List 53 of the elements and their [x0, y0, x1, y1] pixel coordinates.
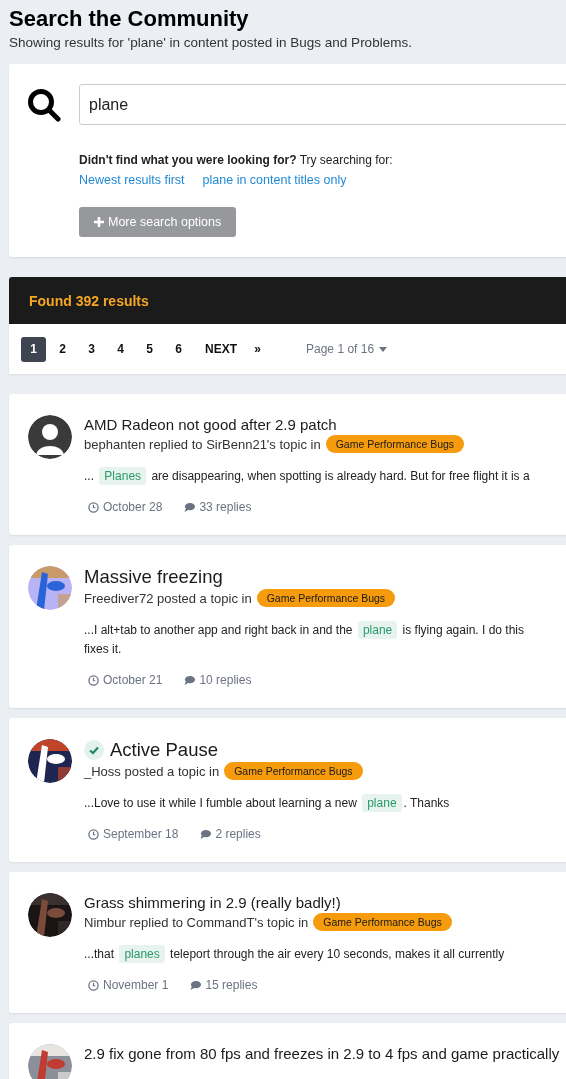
- forum-tag[interactable]: Game Performance Bugs: [224, 762, 363, 780]
- avatar-icon: [28, 415, 72, 459]
- post-snippet: ...Love to use it while I fumble about learning a new plane . Thanks: [84, 794, 451, 813]
- forum-tag[interactable]: Game Performance Bugs: [325, 435, 465, 453]
- page-subtitle: Showing results for 'plane' in content posted in Bugs and Problems.: [9, 35, 413, 50]
- speech-bubble-icon: [190, 979, 202, 991]
- post-title[interactable]: 2.9 fix gone from 80 fps and freezes in 2.9 to 4 fps and game practically: [84, 1044, 560, 1063]
- clock-icon: [88, 979, 99, 991]
- page-title: Search the Community: [9, 6, 250, 32]
- page-button[interactable]: 1: [21, 336, 46, 362]
- reply-count: 33 replies: [199, 500, 252, 514]
- results-count: Found 392 results: [29, 292, 149, 309]
- post-title[interactable]: AMD Radeon not good after 2.9 patch: [84, 415, 337, 434]
- post-author-line: _Hoss posted a topic in: [84, 763, 220, 779]
- page-button[interactable]: 4: [108, 336, 133, 362]
- search-hint: Didn't find what you were looking for? Try searching for:: [79, 153, 394, 167]
- speech-bubble-icon: [184, 674, 196, 686]
- post-date: November 1: [103, 978, 169, 992]
- forum-tag[interactable]: Game Performance Bugs: [313, 913, 452, 931]
- suggestion-link[interactable]: plane in content titles only: [202, 173, 347, 187]
- post-author-line: Freediver72 posted a topic in: [84, 590, 252, 606]
- post-snippet: ... Planes are disappearing, when spotting is already hard. But for free flight it is a: [84, 467, 531, 486]
- last-page-button[interactable]: »: [245, 336, 270, 362]
- caret-icon: [379, 346, 388, 352]
- clock-icon: [88, 501, 99, 513]
- reply-count: 2 replies: [215, 827, 261, 841]
- post-snippet: ...I alt+tab to another app and right back in and the plane is flying again. I do this fixes it.: [84, 621, 525, 658]
- clock-icon: [88, 674, 99, 686]
- search-icon: [27, 88, 61, 122]
- reply-count: 10 replies: [199, 673, 252, 687]
- post-snippet: ...that planes teleport through the air every 10 seconds, makes it all currently: [84, 945, 506, 964]
- reply-count: 15 replies: [205, 978, 258, 992]
- speech-bubble-icon: [184, 501, 196, 513]
- post-date: October 21: [103, 673, 163, 687]
- page-button[interactable]: 2: [50, 336, 75, 362]
- post-date: October 28: [103, 500, 163, 514]
- page-button[interactable]: 3: [79, 336, 104, 362]
- forum-tag[interactable]: Game Performance Bugs: [256, 589, 396, 607]
- search-field[interactable]: plane: [79, 84, 566, 125]
- suggestion-link[interactable]: Newest results first: [79, 173, 185, 187]
- post-date: September 18: [103, 827, 179, 841]
- post-author-line: Nimbur replied to CommandT's topic in: [84, 914, 309, 930]
- page-button[interactable]: 6: [166, 336, 191, 362]
- post-title[interactable]: Grass shimmering in 2.9 (really badly!): [84, 893, 341, 912]
- speech-bubble-icon: [200, 828, 212, 840]
- next-button[interactable]: NEXT: [201, 336, 241, 362]
- clock-icon: [88, 828, 99, 840]
- page-select[interactable]: Page 1 of 16: [300, 341, 394, 357]
- post-author-line: bephanten replied to SirBenn21's topic in: [84, 436, 321, 452]
- post-title[interactable]: Massive freezing: [84, 566, 223, 588]
- post-title[interactable]: Active Pause: [110, 739, 218, 761]
- plus-icon: [94, 217, 104, 227]
- page-button[interactable]: 5: [137, 336, 162, 362]
